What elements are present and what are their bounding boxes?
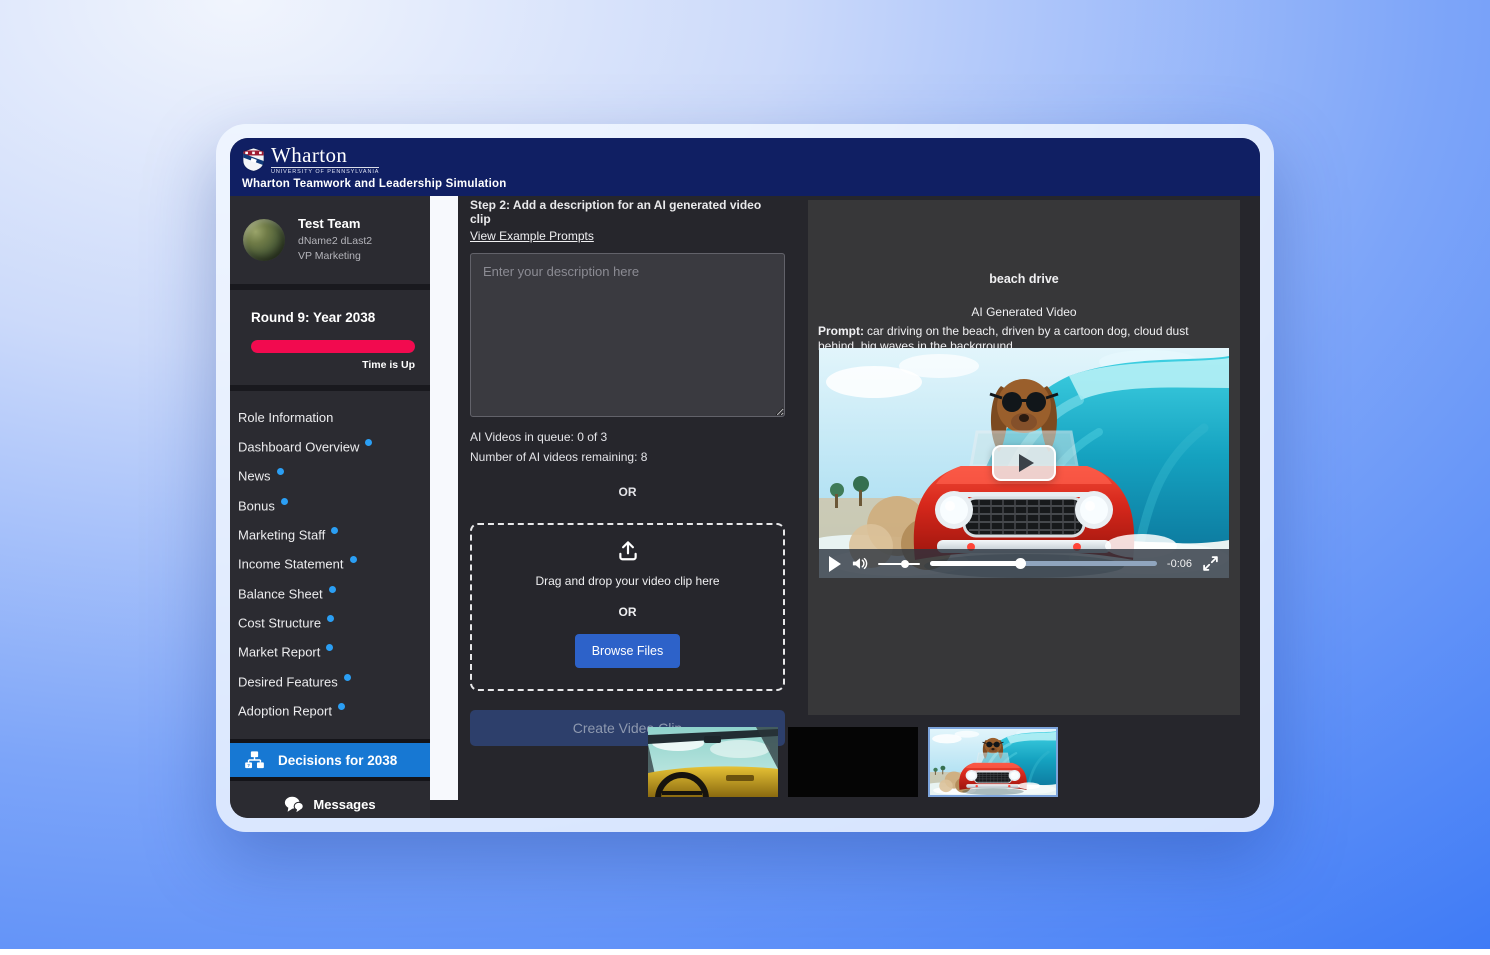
dashboard-thumbnail-image (648, 727, 778, 797)
sidebar-item-label: Adoption Report (238, 703, 332, 718)
upload-icon (616, 538, 640, 562)
sidebar-item-bonus[interactable]: Bonus (230, 491, 430, 520)
desktop-background: Wharton University of Pennsylvania Whart… (0, 0, 1490, 955)
notification-dot (329, 586, 336, 593)
video-dropzone[interactable]: Drag and drop your video clip here OR Br… (470, 523, 785, 691)
org-chart-icon: ? (244, 750, 265, 771)
notification-dot (344, 674, 351, 681)
notification-dot (326, 644, 333, 651)
player-play-button[interactable] (829, 556, 841, 572)
browse-files-button[interactable]: Browse Files (575, 634, 681, 668)
sidebar-item-desired-features[interactable]: Desired Features (230, 667, 430, 696)
sidebar-item-balance-sheet[interactable]: Balance Sheet (230, 579, 430, 608)
beach-drive-thumbnail-image (930, 729, 1056, 795)
video-thumbnail-dashboard[interactable] (648, 727, 778, 797)
sidebar-item-income-statement[interactable]: Income Statement (230, 549, 430, 578)
dropzone-or-divider: OR (619, 605, 637, 619)
sidebar-item-label: Desired Features (238, 674, 338, 689)
volume-knob[interactable] (901, 560, 909, 568)
notification-dot (327, 615, 334, 622)
member-name: dName2 dLast2 (298, 234, 372, 249)
sidebar-item-label: Cost Structure (238, 615, 321, 630)
sidebar-item-dashboard-overview[interactable]: Dashboard Overview (230, 432, 430, 461)
video-player[interactable]: -0:06 (819, 348, 1229, 578)
svg-text:?: ? (247, 763, 250, 768)
video-preview-panel: beach drive AI Generated Video Prompt:ca… (808, 200, 1240, 715)
clip-title: beach drive (808, 272, 1240, 286)
description-input[interactable] (470, 253, 785, 417)
penn-shield-icon (242, 147, 265, 172)
brand-name: Wharton (271, 145, 379, 166)
sidebar-item-cost-structure[interactable]: Cost Structure (230, 608, 430, 637)
clip-type-label: AI Generated Video (808, 305, 1240, 319)
clip-thumbnail-row (648, 727, 1058, 797)
notification-dot (365, 439, 372, 446)
round-progress-bar (251, 340, 415, 353)
sidebar-item-label: Role Information (238, 410, 333, 425)
player-progress-knob[interactable] (1015, 558, 1026, 569)
notification-dot (331, 527, 338, 534)
queue-status: AI Videos in queue: 0 of 3 (470, 430, 785, 444)
remaining-status: Number of AI videos remaining: 8 (470, 450, 785, 464)
play-button-overlay[interactable] (992, 445, 1056, 481)
scrollbar-track[interactable] (430, 196, 458, 800)
member-role: VP Marketing (298, 249, 372, 264)
round-block: Round 9: Year 2038 Time is Up (230, 290, 430, 385)
prompt-label: Prompt: (818, 324, 864, 338)
notification-dot (338, 703, 345, 710)
user-block: Test Team dName2 dLast2 VP Marketing (230, 196, 430, 284)
messages-button-label: Messages (313, 797, 375, 812)
video-thumbnail-beach-drive[interactable] (928, 727, 1058, 797)
volume-icon[interactable] (851, 555, 868, 572)
video-form-column: Step 2: Add a description for an AI gene… (470, 198, 785, 746)
dropzone-label: Drag and drop your video clip here (535, 574, 719, 588)
fullscreen-icon[interactable] (1202, 555, 1219, 572)
app-window-frame: Wharton University of Pennsylvania Whart… (216, 124, 1274, 832)
decisions-button-label: Decisions for 2038 (278, 753, 397, 768)
timer-status: Time is Up (251, 359, 415, 371)
step-heading: Step 2: Add a description for an AI gene… (470, 198, 785, 226)
notification-dot (350, 556, 357, 563)
messages-button[interactable]: Messages (230, 781, 430, 818)
sidebar-item-label: News (238, 469, 271, 484)
time-remaining: -0:06 (1167, 558, 1192, 570)
main-content: Step 2: Add a description for an AI gene… (458, 196, 1260, 818)
sidebar-item-adoption-report[interactable]: Adoption Report (230, 696, 430, 725)
player-progress-fill (930, 561, 1021, 566)
sidebar-item-label: Marketing Staff (238, 527, 325, 542)
round-progress-fill (251, 340, 415, 353)
video-thumbnail-black[interactable] (788, 727, 918, 797)
round-title: Round 9: Year 2038 (251, 310, 415, 325)
play-icon (1019, 454, 1034, 472)
sidebar-item-label: Market Report (238, 645, 320, 660)
sidebar-item-label: Bonus (238, 498, 275, 513)
sidebar-item-news[interactable]: News (230, 461, 430, 490)
chat-bubbles-icon (284, 795, 304, 814)
player-controls: -0:06 (819, 549, 1229, 578)
team-avatar (243, 219, 285, 261)
app-header: Wharton University of Pennsylvania Whart… (230, 138, 1260, 196)
volume-slider[interactable] (878, 563, 920, 565)
app-title: Wharton Teamwork and Leadership Simulati… (242, 178, 1248, 190)
university-name: University of Pennsylvania (271, 167, 379, 175)
sidebar-item-label: Balance Sheet (238, 586, 323, 601)
sidebar-item-marketing-staff[interactable]: Marketing Staff (230, 520, 430, 549)
notification-dot (281, 498, 288, 505)
sidebar-item-label: Income Statement (238, 557, 344, 572)
or-divider: OR (470, 485, 785, 499)
player-progress-bar[interactable] (930, 561, 1157, 566)
team-name: Test Team (298, 216, 372, 231)
app-window: Wharton University of Pennsylvania Whart… (230, 138, 1260, 818)
notification-dot (277, 468, 284, 475)
view-example-prompts-link[interactable]: View Example Prompts (470, 229, 594, 243)
sidebar-nav: Role Information Dashboard Overview News Bo… (230, 391, 430, 731)
decisions-button[interactable]: ? Decisions for 2038 (230, 739, 430, 781)
sidebar-item-market-report[interactable]: Market Report (230, 637, 430, 666)
sidebar-item-label: Dashboard Overview (238, 439, 359, 454)
wharton-logo: Wharton University of Pennsylvania (242, 145, 1248, 175)
sidebar-item-role-information[interactable]: Role Information (230, 403, 430, 432)
sidebar: Test Team dName2 dLast2 VP Marketing Rou… (230, 196, 430, 818)
